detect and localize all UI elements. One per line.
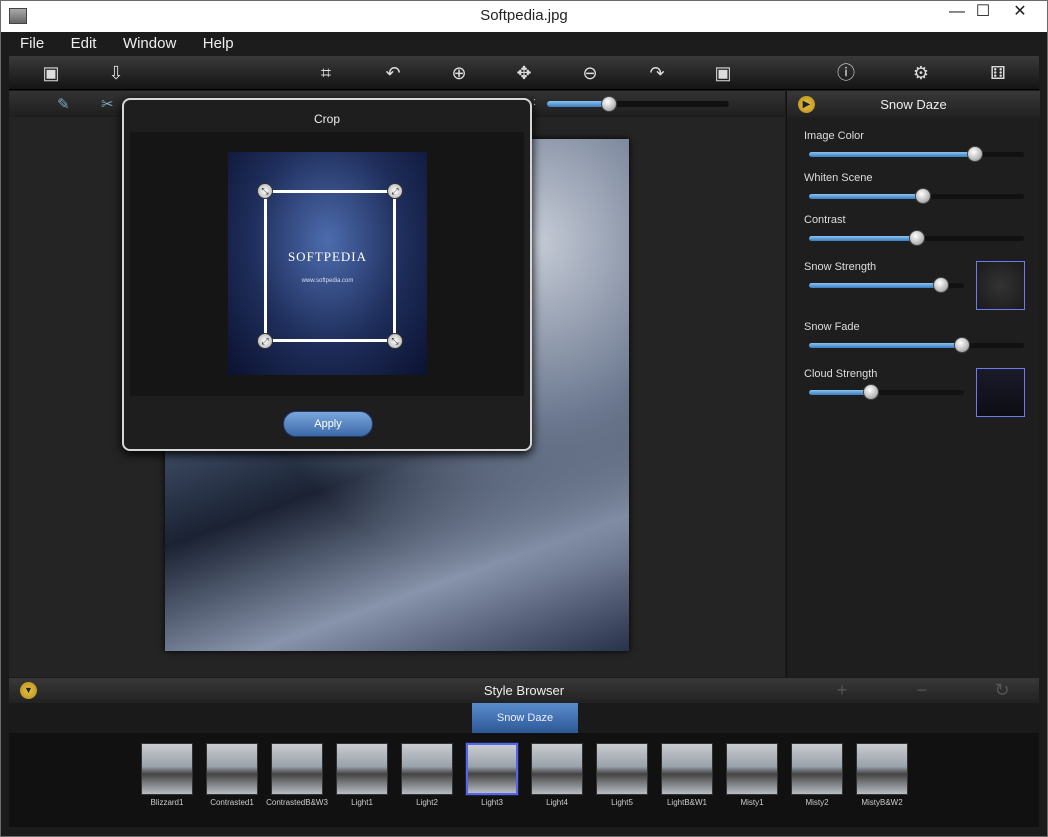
style-thumbnail[interactable] (661, 743, 713, 795)
window-title: Softpedia.jpg (480, 7, 568, 24)
cloud-strength-texture[interactable] (976, 368, 1025, 417)
param-slider-fill (809, 343, 962, 348)
style-browser-header: ▼ Style Browser + − ↻ (9, 678, 1039, 703)
zoom-slider[interactable] (547, 96, 729, 112)
param-label: Whiten Scene (804, 172, 873, 184)
info-icon[interactable]: ⓘ (832, 60, 860, 86)
param-slider[interactable] (809, 146, 1024, 162)
fit-image-icon[interactable]: ▣ (709, 60, 737, 86)
snow-strength-texture[interactable] (976, 261, 1025, 310)
menu-edit[interactable]: Edit (60, 32, 108, 56)
effect-title: Snow Daze (880, 97, 947, 112)
param-slider[interactable] (809, 337, 1024, 353)
crop-dialog-title: Crop (313, 112, 340, 126)
param-label: Snow Fade (804, 321, 860, 333)
style-thumbnail[interactable] (336, 743, 388, 795)
crop-handle-top-right[interactable]: ⤢ (387, 183, 403, 199)
param-label: Image Color (804, 130, 864, 142)
param-slider-knob[interactable] (953, 337, 970, 353)
random-icon[interactable]: ⚅ (984, 60, 1012, 86)
rotate-right-icon[interactable]: ↷ (643, 60, 671, 86)
style-thumbnail-label: MistyB&W2 (861, 798, 903, 807)
style-thumbnail[interactable] (465, 742, 519, 796)
import-icon[interactable]: ⇩ (102, 60, 130, 86)
param-slider-fill (809, 152, 975, 157)
tab-snow-daze[interactable]: Snow Daze (472, 703, 578, 733)
style-tab-row: Snow Daze (9, 703, 1039, 733)
style-thumbnails: Blizzard1 Contrasted1 ContrastedB&W3 Light1… (9, 733, 1039, 827)
param-slider-fill (809, 194, 923, 199)
menu-help[interactable]: Help (192, 32, 245, 56)
style-thumbnail[interactable] (856, 743, 908, 795)
style-thumbnail[interactable] (141, 743, 193, 795)
apply-button[interactable]: Apply (283, 411, 373, 437)
zoom-in-icon[interactable]: ⊕ (445, 60, 473, 86)
zoom-slider-knob[interactable] (600, 96, 617, 112)
main-toolbar: ▣ ⇩ ⌗ ↶ ⊕ ✥ ⊖ ↷ ▣ ⓘ ⚙ ⚅ (9, 56, 1039, 90)
zoom-slider-fill (547, 101, 609, 107)
param-label: Contrast (804, 214, 846, 226)
app-window: Softpedia.jpg — ☐ ✕ File Edit Window Hel… (0, 0, 1048, 837)
style-thumbnail[interactable] (206, 743, 258, 795)
param-slider-knob[interactable] (908, 230, 925, 246)
title-bar: Softpedia.jpg — ☐ ✕ (1, 1, 1047, 32)
crop-box[interactable]: ⤡ ⤢ ⤢ ⤡ (257, 183, 403, 349)
param-label: Cloud Strength (804, 368, 878, 380)
zoom-out-icon[interactable]: ⊖ (576, 60, 604, 86)
menu-file[interactable]: File (9, 32, 55, 56)
effect-panel: ▶ Snow Daze Image Color Whiten Scene Contr… (786, 91, 1040, 677)
param-slider[interactable] (809, 230, 1024, 246)
style-thumbnail[interactable] (726, 743, 778, 795)
param-slider[interactable] (809, 277, 964, 293)
menu-bar: File Edit Window Help (9, 32, 1039, 56)
brush-icon[interactable]: ✎ (57, 95, 85, 113)
param-slider-knob[interactable] (966, 146, 983, 162)
style-thumbnail[interactable] (271, 743, 323, 795)
menu-window[interactable]: Window (112, 32, 187, 56)
maximize-button[interactable]: ☐ (967, 1, 999, 25)
crop-handle-bottom-right[interactable]: ⤡ (387, 333, 403, 349)
crop-dialog: Crop SOFTPEDIA www.softpedia.com ⤡ ⤢ ⤢ ⤡… (122, 98, 532, 451)
style-thumbnail[interactable] (791, 743, 843, 795)
refresh-icon[interactable]: ↻ (992, 680, 1012, 700)
style-thumbnail[interactable] (531, 743, 583, 795)
param-label: Snow Strength (804, 261, 877, 273)
param-slider-knob[interactable] (932, 277, 949, 293)
remove-style-icon[interactable]: − (912, 680, 932, 700)
crop-preview-area: SOFTPEDIA www.softpedia.com ⤡ ⤢ ⤢ ⤡ (130, 132, 524, 396)
param-slider-fill (809, 236, 917, 241)
param-slider[interactable] (809, 188, 1024, 204)
move-icon[interactable]: ✥ (510, 60, 538, 86)
param-slider-fill (809, 390, 871, 395)
param-slider-knob[interactable] (914, 188, 931, 204)
param-slider-fill (809, 283, 941, 288)
crop-handle-bottom-left[interactable]: ⤢ (257, 333, 273, 349)
effect-panel-header: ▶ Snow Daze (787, 91, 1040, 117)
param-slider-knob[interactable] (863, 384, 879, 400)
rotate-left-icon[interactable]: ↶ (379, 60, 407, 86)
crop-icon[interactable]: ⌗ (312, 60, 340, 86)
param-slider[interactable] (809, 384, 964, 400)
crop-handle-top-left[interactable]: ⤡ (257, 183, 273, 199)
add-style-icon[interactable]: + (832, 680, 852, 700)
style-thumbnail[interactable] (401, 743, 453, 795)
settings-icon[interactable]: ⚙ (907, 60, 935, 86)
style-thumbnail[interactable] (596, 743, 648, 795)
crop-preview-image: SOFTPEDIA www.softpedia.com ⤡ ⤢ ⤢ ⤡ (228, 152, 427, 375)
style-browser-title: Style Browser (483, 683, 565, 698)
zoom-label: : (533, 96, 537, 108)
close-button[interactable]: ✕ (997, 1, 1043, 25)
image-open-icon[interactable]: ▣ (37, 60, 65, 86)
